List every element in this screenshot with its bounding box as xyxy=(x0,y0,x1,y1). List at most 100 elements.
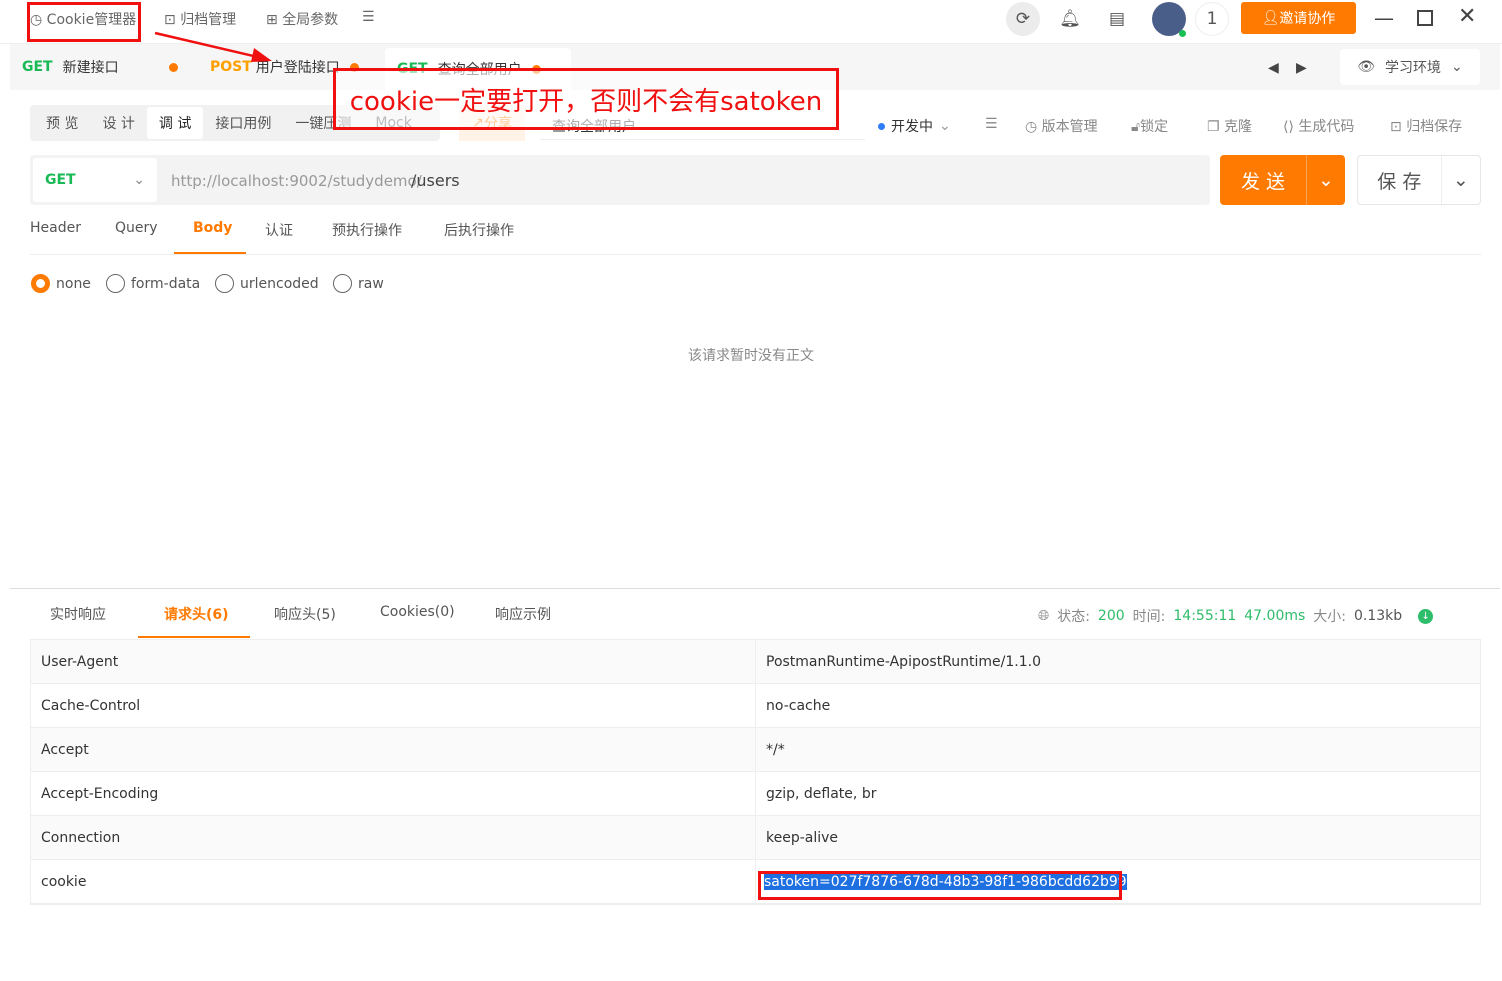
sync-icon[interactable]: ⟳ xyxy=(1006,2,1040,36)
table-row: Cache-Control no-cache xyxy=(31,684,1480,728)
radio-urlencoded[interactable]: urlencoded xyxy=(215,274,319,293)
params-icon: ⊞ xyxy=(266,12,283,28)
user-icon: 👤︎ xyxy=(1261,10,1280,26)
menu-icon[interactable]: ☰ xyxy=(362,9,375,25)
tab-cases[interactable]: 接口用例 xyxy=(203,107,283,139)
tab-label: 新建接口 xyxy=(62,60,119,76)
tab-pre-script[interactable]: 预执行操作 xyxy=(332,220,402,240)
annotation-arrow xyxy=(154,31,272,62)
table-row: Connection keep-alive xyxy=(31,816,1480,860)
tab-query[interactable]: Query xyxy=(115,220,158,236)
method-label: GET xyxy=(22,59,53,75)
annotation-box-satoken xyxy=(758,871,1122,900)
status-select[interactable]: 开发中 ⌄ xyxy=(878,116,951,136)
time-label: 时间: xyxy=(1132,609,1166,625)
tab-post-script[interactable]: 后执行操作 xyxy=(444,220,514,240)
header-value: */* xyxy=(766,741,785,758)
tab-auth[interactable]: 认证 xyxy=(265,220,293,240)
annotation-box-cookie-manager xyxy=(27,2,141,42)
member-count[interactable]: 1 xyxy=(1195,2,1229,36)
status-dot xyxy=(878,122,885,130)
scroll-right-icon[interactable]: ▶ xyxy=(1296,60,1307,76)
status-label: 状态: xyxy=(1057,609,1090,625)
header-key: Cache-Control xyxy=(31,684,756,727)
method-select[interactable]: GET ⌄ xyxy=(33,158,157,202)
tab-header[interactable]: Header xyxy=(30,220,81,236)
archive-icon: ⊡ xyxy=(1390,119,1407,135)
radio-label: raw xyxy=(358,275,384,292)
maximize-icon[interactable] xyxy=(1417,10,1433,26)
tab-response-headers[interactable]: 响应头(5) xyxy=(274,604,336,624)
lock-icon: 🔓︎ xyxy=(1131,119,1141,135)
lock-label: 锁定 xyxy=(1140,119,1169,135)
tab-body[interactable]: Body xyxy=(193,220,232,236)
radio-label: none xyxy=(56,275,91,292)
radio-icon xyxy=(106,274,125,293)
environment-select[interactable]: 👁︎ 学习环境 ⌄ xyxy=(1340,49,1480,85)
duration-value: 47.00ms xyxy=(1244,608,1306,624)
annotation-note: cookie一定要打开，否则不会有satoken xyxy=(333,68,839,130)
time-value: 14:55:11 xyxy=(1173,608,1237,624)
chevron-down-icon: ⌄ xyxy=(133,172,145,188)
status-label: 开发中 xyxy=(891,119,933,135)
header-key: Connection xyxy=(31,816,756,859)
radio-icon xyxy=(333,274,352,293)
size-value: 0.13kb xyxy=(1354,608,1403,624)
archive-save-button[interactable]: ⊡ 归档保存 xyxy=(1390,116,1462,136)
lock-button[interactable]: 🔓︎锁定 xyxy=(1131,116,1168,136)
table-row: Accept-Encoding gzip, deflate, br xyxy=(31,772,1480,816)
generate-code-button[interactable]: ⟨⟩ 生成代码 xyxy=(1283,116,1354,136)
radio-icon xyxy=(31,274,50,293)
archive-icon: ⊡ xyxy=(164,12,181,28)
clock-icon: ◷ xyxy=(1025,119,1042,135)
tab-preview[interactable]: 预 览 xyxy=(34,107,90,139)
download-icon[interactable]: ↓ xyxy=(1418,608,1434,624)
send-button[interactable]: 发 送 ⌄ xyxy=(1220,155,1345,205)
archive-button[interactable]: ⊡ 归档管理 xyxy=(164,9,236,29)
chevron-down-icon[interactable]: ⌄ xyxy=(1440,156,1480,204)
tab-design[interactable]: 设 计 xyxy=(90,107,146,139)
radio-icon xyxy=(215,274,234,293)
generate-code-label: 生成代码 xyxy=(1298,119,1355,135)
radio-raw[interactable]: raw xyxy=(333,274,384,293)
version-button[interactable]: ◷ 版本管理 xyxy=(1025,116,1098,136)
eye-icon: 👁︎ xyxy=(1357,59,1376,75)
table-row: cookie satoken=027f7876-678d-48b3-98f1-98… xyxy=(31,860,1480,904)
header-key: User-Agent xyxy=(31,640,756,683)
tab-request-headers[interactable]: 请求头(6) xyxy=(164,604,229,624)
radio-label: urlencoded xyxy=(240,275,319,292)
url-path-input[interactable]: /users xyxy=(411,171,460,190)
response-status: 🌐︎ 状态: 200 时间: 14:55:11 47.00ms 大小: 0.13… xyxy=(1038,606,1434,626)
outline-icon[interactable]: ☰ xyxy=(985,116,998,132)
close-icon[interactable]: ✕ xyxy=(1458,4,1476,29)
save-label: 保 存 xyxy=(1377,170,1422,193)
method-value: GET xyxy=(45,172,76,188)
copy-icon: ❐ xyxy=(1207,119,1225,135)
request-headers-table: User-Agent PostmanRuntime-ApipostRuntime/… xyxy=(30,639,1481,905)
chevron-down-icon: ⌄ xyxy=(1451,59,1463,75)
document-icon[interactable]: ▤ xyxy=(1100,2,1134,36)
save-button[interactable]: 保 存 ⌄ xyxy=(1357,155,1481,205)
scroll-left-icon[interactable]: ◀ xyxy=(1268,60,1279,76)
clone-button[interactable]: ❐ 克隆 xyxy=(1207,116,1252,136)
tab-cookies[interactable]: Cookies(0) xyxy=(380,604,455,620)
tab-live-response[interactable]: 实时响应 xyxy=(50,604,106,624)
base-url: http://localhost:9002/studydemo/ xyxy=(171,172,422,190)
global-params-label: 全局参数 xyxy=(282,12,339,28)
header-key: cookie xyxy=(31,860,756,903)
global-params-button[interactable]: ⊞ 全局参数 xyxy=(266,9,338,29)
chevron-down-icon[interactable]: ⌄ xyxy=(1306,155,1345,205)
active-tab-underline xyxy=(138,636,250,638)
table-row: User-Agent PostmanRuntime-ApipostRuntime/… xyxy=(31,640,1480,684)
tab-debug[interactable]: 调 试 xyxy=(146,107,204,139)
radio-none[interactable]: none xyxy=(31,274,91,293)
radio-form-data[interactable]: form-data xyxy=(106,274,200,293)
bell-icon[interactable]: 🔔︎ xyxy=(1053,2,1087,36)
invite-button[interactable]: 👤︎ 邀请协作 xyxy=(1241,2,1356,34)
globe-icon: 🌐︎ xyxy=(1038,608,1050,624)
header-value: PostmanRuntime-ApipostRuntime/1.1.0 xyxy=(766,653,1042,670)
clone-label: 克隆 xyxy=(1224,119,1253,135)
minimize-icon[interactable]: — xyxy=(1374,6,1394,30)
tab-response-example[interactable]: 响应示例 xyxy=(495,604,551,624)
status-code: 200 xyxy=(1097,608,1125,624)
